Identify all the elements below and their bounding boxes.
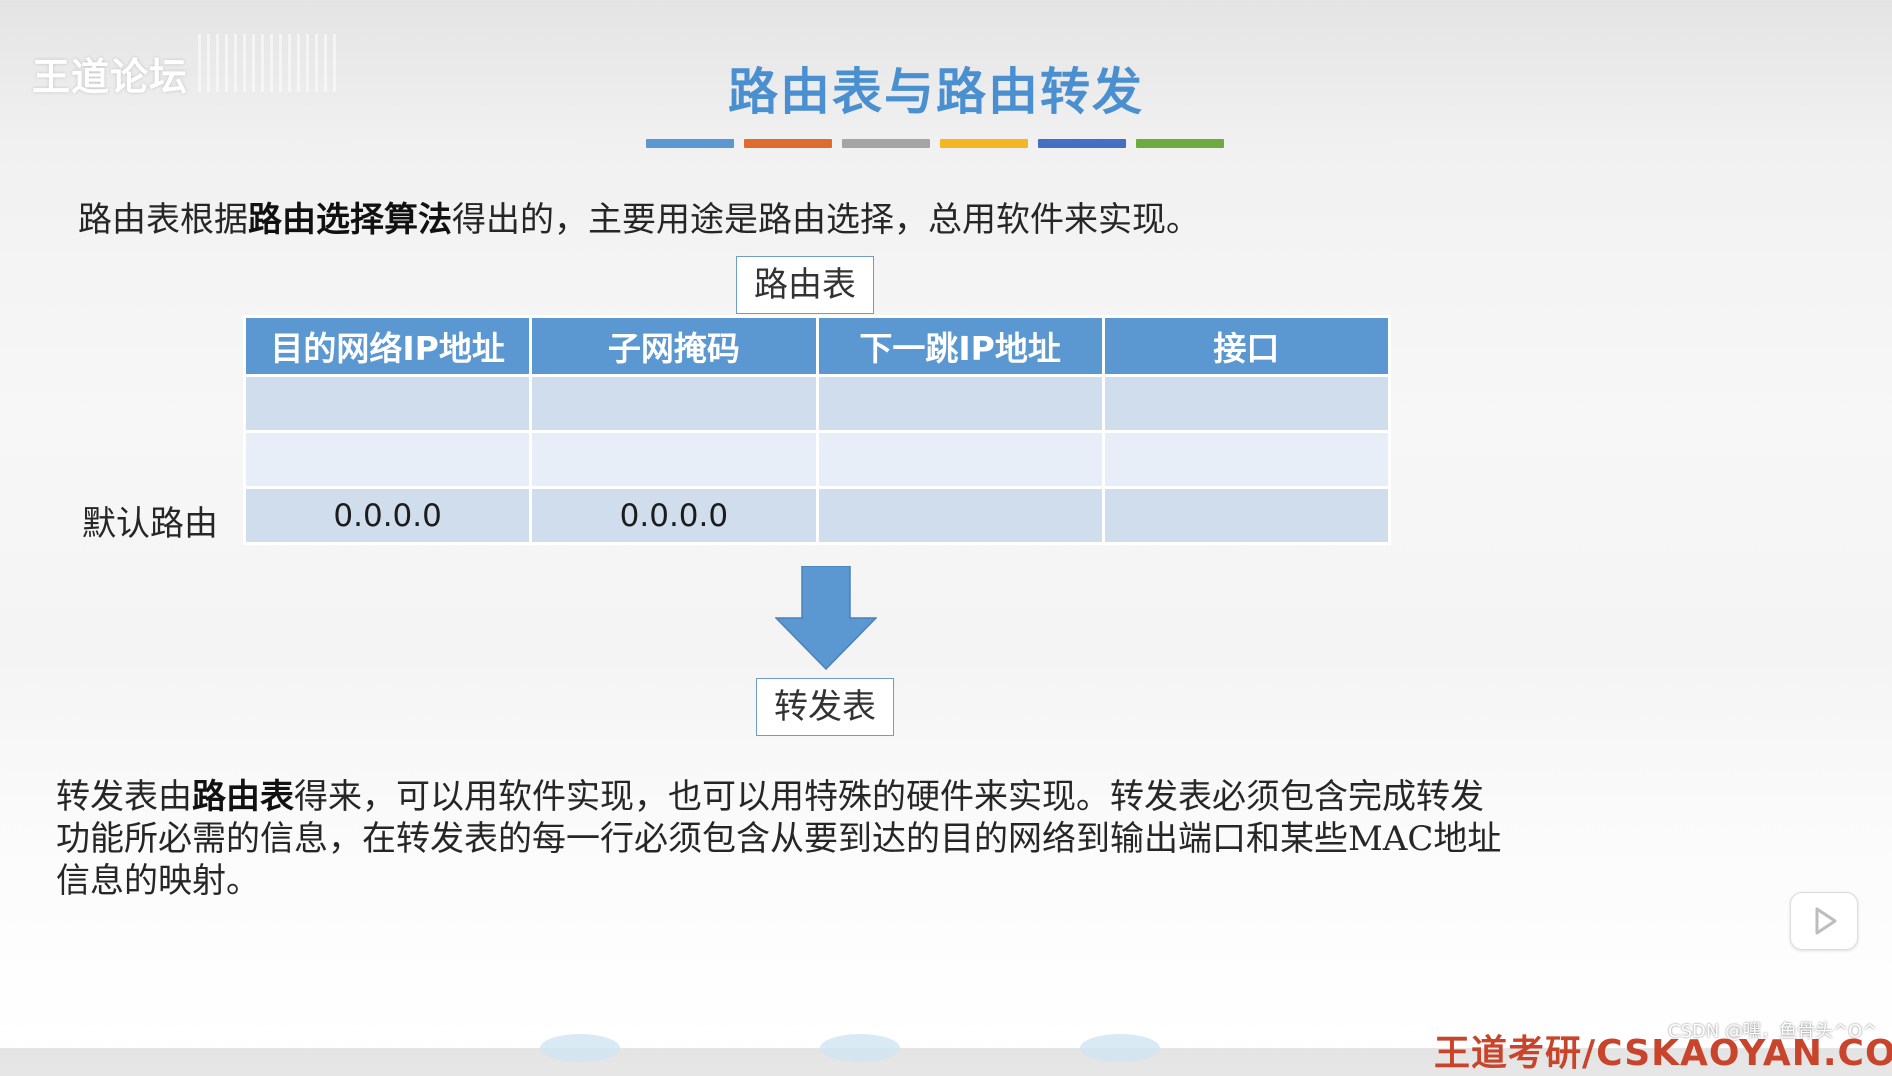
table-cell (815, 374, 1105, 433)
header-dest-ip: 目的网络IP地址 (242, 315, 533, 377)
paragraph-emphasis: 路由表 (192, 777, 294, 817)
paragraph-line: 信息的映射。 (56, 861, 260, 901)
routing-table-header-row: 目的网络IP地址 子网掩码 下一跳IP地址 接口 (242, 315, 1392, 377)
header-subnet-mask: 子网掩码 (529, 315, 819, 377)
table-cell (1101, 374, 1392, 433)
table-cell (529, 430, 819, 489)
default-route-label: 默认路由 (82, 504, 218, 544)
color-bar-segment (1038, 139, 1126, 148)
color-bar-segment (646, 139, 734, 148)
cloud-decoration (540, 1034, 620, 1062)
cloud-decoration (1080, 1034, 1160, 1062)
default-dest-ip: 0.0.0.0 (242, 486, 533, 545)
color-bar-segment (744, 139, 832, 148)
cloud-decoration (820, 1034, 900, 1062)
routing-table-label: 路由表 (736, 256, 874, 314)
table-row (242, 430, 1392, 489)
table-cell (242, 374, 533, 433)
header-next-hop: 下一跳IP地址 (815, 315, 1105, 377)
table-cell (1101, 430, 1392, 489)
intro-sentence: 路由表根据路由选择算法得出的，主要用途是路由选择，总用软件来实现。 (78, 200, 1200, 240)
default-route-row: 0.0.0.0 0.0.0.0 (242, 486, 1392, 545)
intro-emphasis: 路由选择算法 (248, 200, 452, 240)
color-bar-segment (1136, 139, 1224, 148)
csdn-watermark: CSDN @嘿，鱼骨头^O^ (1668, 1021, 1878, 1042)
play-icon (1815, 907, 1837, 935)
play-button[interactable] (1790, 892, 1858, 950)
header-interface: 接口 (1101, 315, 1392, 377)
default-subnet-mask: 0.0.0.0 (529, 486, 819, 545)
routing-table: 目的网络IP地址 子网掩码 下一跳IP地址 接口 0.0.0.0 0.0.0.0 (242, 315, 1392, 545)
arrow-down-icon (775, 566, 877, 670)
forwarding-table-label: 转发表 (756, 678, 894, 736)
paragraph-line: 转发表由路由表得来，可以用软件实现，也可以用特殊的硬件来实现。转发表必须包含完成… (56, 777, 1484, 817)
color-bar-segment (940, 139, 1028, 148)
table-cell (1101, 486, 1392, 545)
table-cell (815, 486, 1105, 545)
table-cell (529, 374, 819, 433)
table-row (242, 374, 1392, 433)
color-bar-segment (842, 139, 930, 148)
table-cell (815, 430, 1105, 489)
table-cell (242, 430, 533, 489)
slide-title: 路由表与路由转发 (728, 63, 1144, 121)
forwarding-table-description: 转发表由路由表得来，可以用软件实现，也可以用特殊的硬件来实现。转发表必须包含完成… (56, 776, 1576, 902)
paragraph-line: 功能所必需的信息，在转发表的每一行必须包含从要到达的目的网络到输出端口和某些MA… (56, 819, 1502, 859)
